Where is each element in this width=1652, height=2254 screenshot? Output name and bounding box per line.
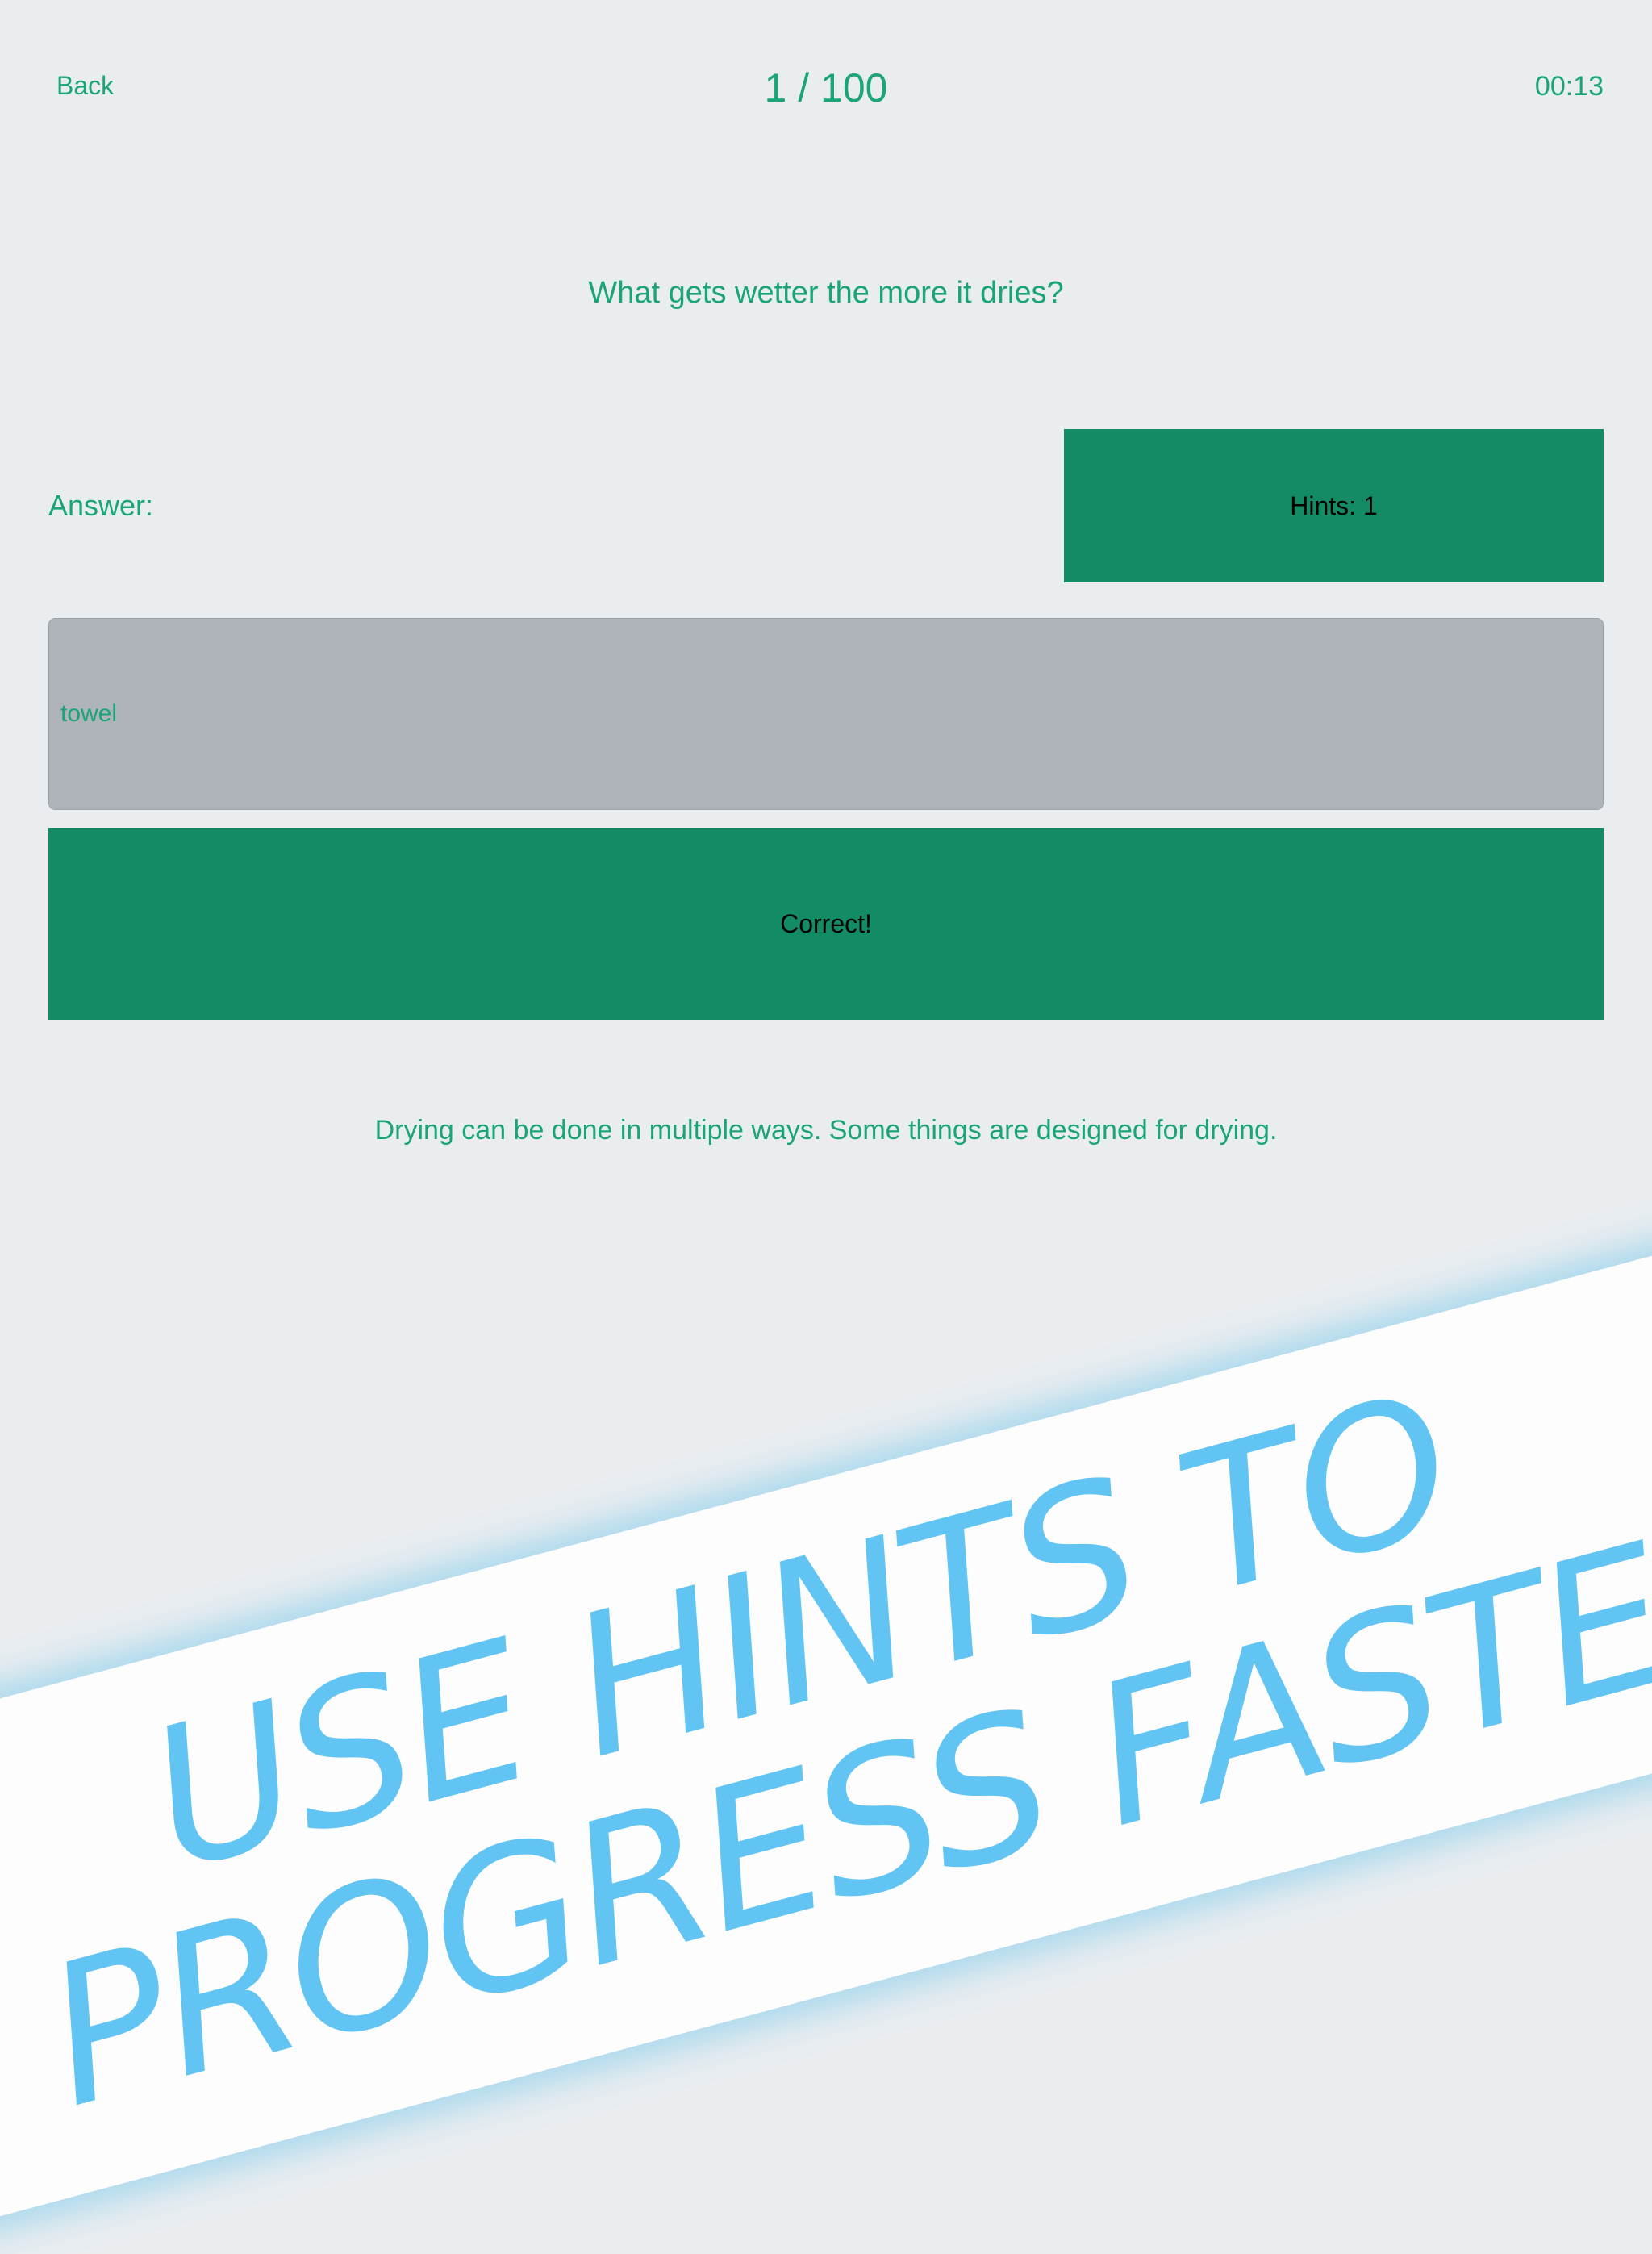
hints-button[interactable]: Hints: 1 [1064,429,1604,582]
result-button[interactable]: Correct! [48,828,1604,1020]
answer-input[interactable] [48,618,1604,810]
question-text: What gets wetter the more it dries? [588,276,1064,310]
progress-counter: 1 / 100 [764,65,888,111]
timer: 00:13 [1534,71,1604,102]
explanation-text: Drying can be done in multiple ways. Som… [374,1115,1278,1146]
promo-banner-text: USE HINTS TO PROGRESS FASTER [0,1275,1652,2186]
answer-label: Answer: [48,489,154,522]
